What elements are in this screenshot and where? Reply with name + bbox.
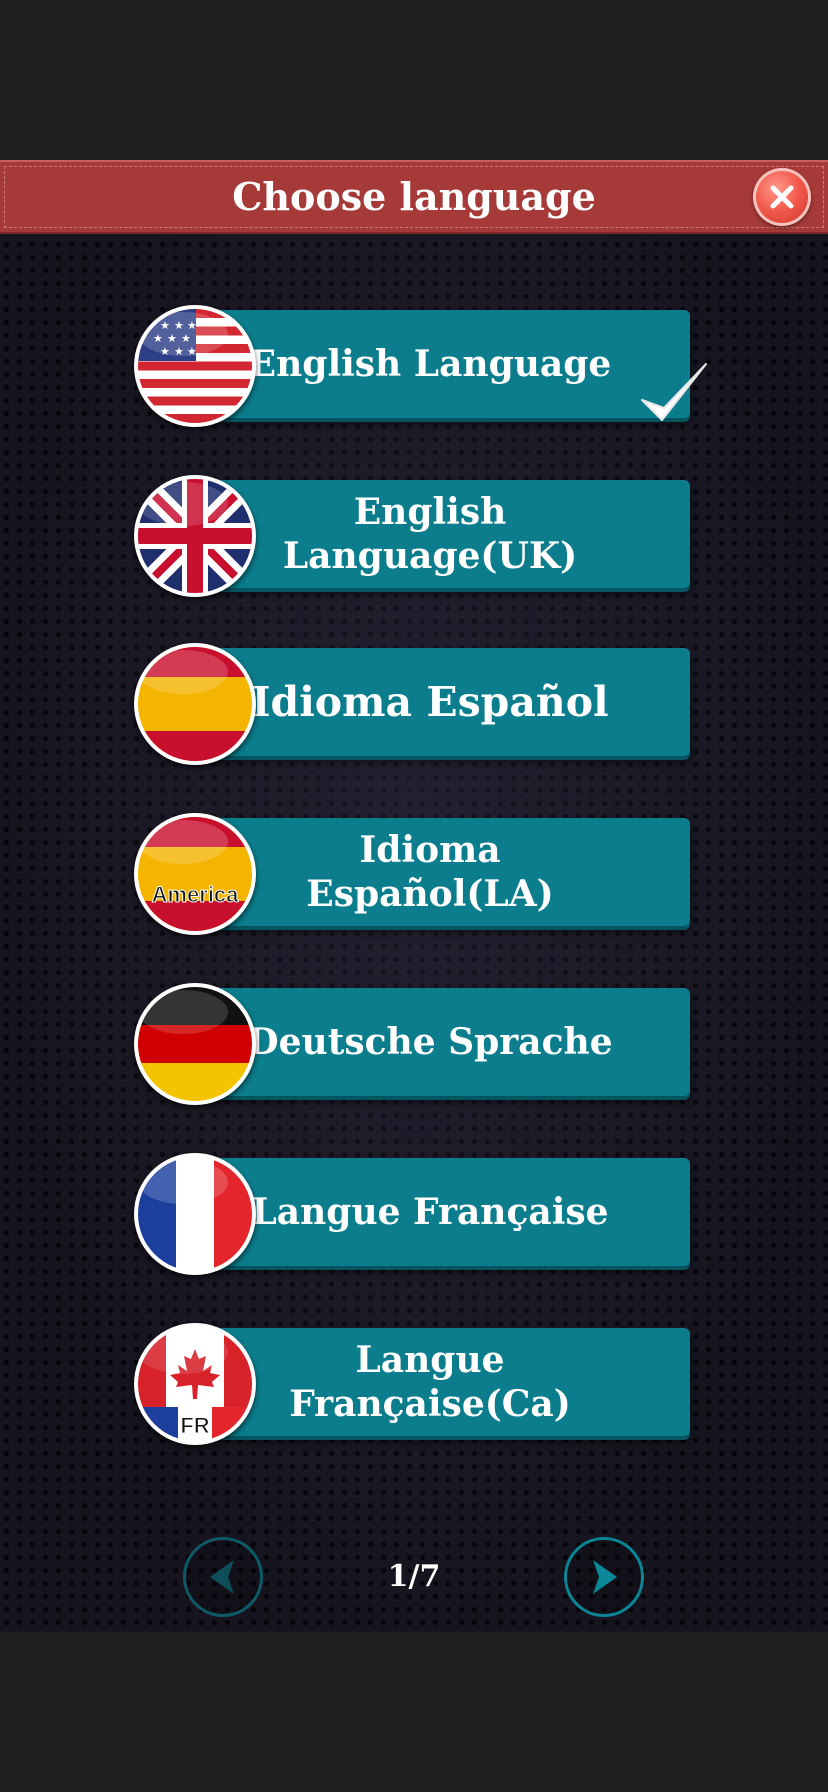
top-status-area (0, 0, 828, 160)
language-label: Idioma Español(LA) (306, 829, 554, 915)
language-label: Idioma Español (251, 678, 609, 726)
arrow-left-icon (210, 1560, 234, 1594)
language-label: Langue Française(Ca) (289, 1339, 571, 1425)
language-option-english-us[interactable]: English Language ★★★ ★★★ (134, 305, 690, 427)
america-badge: America (152, 882, 240, 907)
selected-check-icon (641, 363, 707, 421)
close-icon (770, 185, 794, 209)
next-page-button[interactable] (564, 1537, 644, 1617)
bottom-navigation-area (0, 1632, 828, 1792)
spain-flag-icon (134, 643, 256, 765)
language-option-french[interactable]: Langue Française (134, 1153, 690, 1275)
dialog-title: Choose language (232, 174, 596, 219)
close-button[interactable] (753, 168, 811, 226)
us-flag-icon: ★★★ ★★★ ★★★ (134, 305, 256, 427)
language-label: English Language (248, 343, 612, 385)
language-option-english-uk[interactable]: English Language(UK) (134, 475, 690, 597)
language-label: English Language(UK) (282, 491, 578, 577)
language-option-german[interactable]: Deutsche Sprache (134, 983, 690, 1105)
fr-badge: FR (180, 1413, 209, 1438)
page-indicator: 1/7 (387, 1559, 441, 1594)
language-label: Langue Française (251, 1191, 609, 1233)
france-flag-icon (134, 1153, 256, 1275)
dialog-header: Choose language (0, 160, 828, 234)
language-option-french-canada[interactable]: Langue Française(Ca) FR (134, 1323, 690, 1445)
language-option-spanish-la[interactable]: Idioma Español(LA) America (134, 813, 690, 935)
canada-french-flag-icon: FR (134, 1323, 256, 1445)
uk-flag-icon (134, 475, 256, 597)
arrow-right-icon (593, 1560, 617, 1594)
previous-page-button[interactable] (183, 1537, 263, 1617)
germany-flag-icon (134, 983, 256, 1105)
spain-america-flag-icon: America (134, 813, 256, 935)
language-label: Deutsche Sprache (247, 1021, 613, 1063)
language-option-spanish[interactable]: Idioma Español (134, 643, 690, 765)
